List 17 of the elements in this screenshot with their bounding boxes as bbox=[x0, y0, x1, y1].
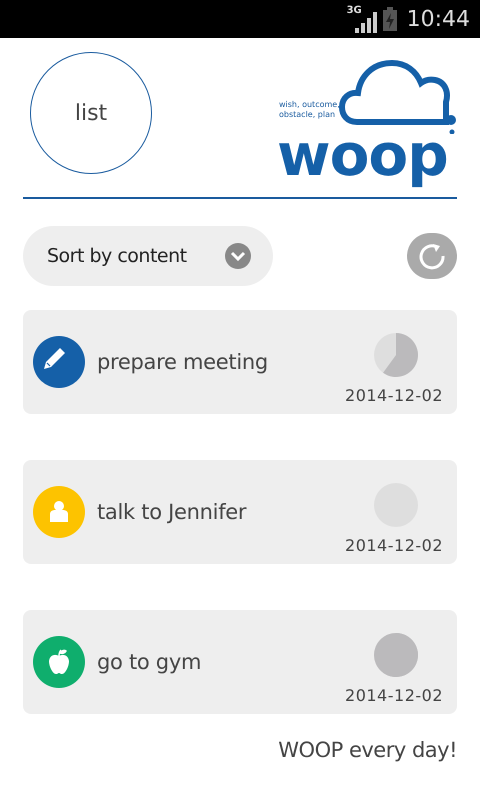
goal-date: 2014-12-02 bbox=[345, 686, 443, 704]
clock: 10:44 bbox=[406, 6, 470, 32]
refresh-icon bbox=[418, 242, 446, 270]
logo-wordmark: woop bbox=[277, 122, 448, 188]
goal-date: 2014-12-02 bbox=[345, 386, 443, 404]
goal-date: 2014-12-02 bbox=[345, 536, 443, 554]
footer-slogan: WOOP every day! bbox=[278, 738, 457, 762]
battery-icon bbox=[382, 7, 397, 31]
logo-tagline: wish, outcome, obstacle, plan bbox=[279, 100, 341, 120]
goal-title: talk to Jennifer bbox=[97, 500, 248, 524]
network-type: 3G bbox=[346, 5, 362, 16]
chevron-down-icon bbox=[225, 243, 251, 269]
goal-title: prepare meeting bbox=[97, 350, 269, 374]
refresh-button[interactable] bbox=[407, 233, 457, 279]
list-button[interactable]: list bbox=[30, 52, 152, 174]
goal-title: go to gym bbox=[97, 650, 202, 674]
sort-dropdown[interactable]: Sort by content bbox=[23, 226, 273, 286]
